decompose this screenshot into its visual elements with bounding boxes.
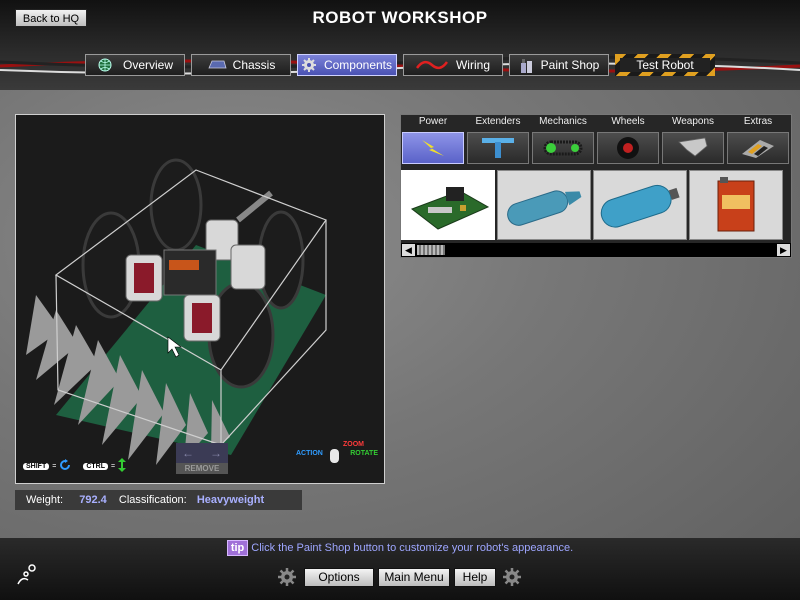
- options-button[interactable]: Options: [304, 568, 374, 587]
- action-label: ACTION: [296, 450, 323, 457]
- remove-arrows: ← →: [176, 443, 228, 463]
- category-label: Mechanics: [539, 116, 587, 127]
- component-panel: Power Extenders Mechanics Wheels Weapons: [400, 114, 792, 258]
- component-item[interactable]: [401, 170, 495, 240]
- lightning-icon: [402, 132, 464, 164]
- arrow-right-icon: →: [210, 446, 222, 460]
- component-item[interactable]: [689, 170, 783, 240]
- vertical-arrow-icon: [118, 458, 127, 474]
- robot-3d-viewport[interactable]: SHIFT = CTRL = ← → REMOVE ZOOM ACTION RO…: [15, 114, 385, 484]
- classification-value: Heavyweight: [196, 494, 265, 506]
- wire-icon: [415, 58, 449, 72]
- component-list: [401, 169, 793, 243]
- weapon-icon: [662, 132, 724, 164]
- shift-key-label: SHIFT: [23, 462, 50, 470]
- blue-tank-icon: [507, 190, 582, 226]
- wheel-icon: [597, 132, 659, 164]
- category-weapons[interactable]: Weapons: [661, 115, 725, 167]
- gear-icon: [503, 568, 521, 586]
- equals-label: =: [111, 462, 116, 470]
- category-mechanics[interactable]: Mechanics: [531, 115, 595, 167]
- remove-label: REMOVE: [176, 463, 228, 474]
- chain-icon: [532, 132, 594, 164]
- battery-box-icon: [717, 177, 755, 232]
- tab-test-robot[interactable]: Test Robot: [615, 54, 715, 76]
- mouse-hints: ZOOM ACTION ROTATE: [296, 441, 378, 471]
- scroll-left-arrow-icon[interactable]: ◀: [402, 244, 415, 256]
- gear-icon: [301, 58, 320, 72]
- ctrl-key-label: CTRL: [83, 462, 108, 470]
- tab-overview[interactable]: Overview: [85, 54, 185, 76]
- tab-label: Wiring: [455, 58, 490, 72]
- category-tabs: Power Extenders Mechanics Wheels Weapons: [401, 115, 793, 165]
- globe-icon: [97, 58, 115, 72]
- mouse-icon: [330, 449, 339, 463]
- chassis-icon: [207, 58, 227, 72]
- co2-tank-icon: [600, 184, 680, 228]
- extender-icon: [467, 132, 529, 164]
- category-extenders[interactable]: Extenders: [466, 115, 530, 167]
- component-scrollbar[interactable]: ◀ ▶: [401, 243, 791, 257]
- category-label: Extenders: [475, 116, 521, 127]
- main-menu-button[interactable]: Main Menu: [378, 568, 450, 587]
- robot-model: [26, 158, 327, 465]
- scroll-thumb[interactable]: [417, 245, 445, 255]
- scroll-right-arrow-icon[interactable]: ▶: [777, 244, 790, 256]
- category-label: Wheels: [611, 116, 645, 127]
- tip-banner: tip Click the Paint Shop button to custom…: [0, 540, 800, 556]
- zoom-label: ZOOM: [343, 441, 364, 448]
- category-label: Extras: [743, 116, 773, 127]
- equals-label: =: [52, 462, 57, 470]
- tab-label: Test Robot: [620, 58, 710, 72]
- remove-button[interactable]: ← → REMOVE: [176, 443, 228, 475]
- category-extras[interactable]: Extras: [726, 115, 790, 167]
- extras-icon: [727, 132, 789, 164]
- tab-components[interactable]: Components: [297, 54, 397, 76]
- category-power[interactable]: Power: [401, 115, 465, 167]
- brand-logo-icon: [17, 564, 36, 585]
- component-item[interactable]: [593, 170, 687, 240]
- bottom-bar: tip Click the Paint Shop button to custom…: [0, 538, 800, 600]
- help-button[interactable]: Help: [454, 568, 496, 587]
- component-item[interactable]: [497, 170, 591, 240]
- tip-tag: tip: [226, 540, 249, 556]
- rotate-arrow-icon: [59, 459, 71, 473]
- keyboard-hints: SHIFT = CTRL =: [23, 458, 127, 474]
- gear-icon: [278, 568, 296, 586]
- classification-label: Classification:: [118, 494, 187, 506]
- arrow-left-icon: ←: [182, 446, 194, 460]
- robot-stats: Weight: 792.4 Classification: Heavyweigh…: [15, 490, 302, 510]
- tab-chassis[interactable]: Chassis: [191, 54, 291, 76]
- tab-label: Overview: [122, 58, 173, 72]
- category-label: Weapons: [671, 116, 715, 127]
- paint-icon: [519, 58, 537, 73]
- category-label: Power: [418, 116, 448, 127]
- tab-paint-shop[interactable]: Paint Shop: [509, 54, 609, 76]
- tip-text: Click the Paint Shop button to customize…: [251, 542, 574, 554]
- tab-label: Paint Shop: [540, 58, 600, 72]
- tab-label: Chassis: [232, 58, 276, 72]
- circuit-board-icon: [410, 187, 490, 230]
- page-title: ROBOT WORKSHOP: [312, 8, 488, 27]
- rotate-label: ROTATE: [350, 450, 378, 457]
- weight-value: 792.4: [79, 494, 107, 506]
- workshop-tabs: Overview Chassis Components Wiring Paint…: [0, 54, 800, 78]
- category-wheels[interactable]: Wheels: [596, 115, 660, 167]
- tab-label: Components: [323, 58, 393, 72]
- weight-label: Weight:: [26, 494, 64, 506]
- tab-wiring[interactable]: Wiring: [403, 54, 503, 76]
